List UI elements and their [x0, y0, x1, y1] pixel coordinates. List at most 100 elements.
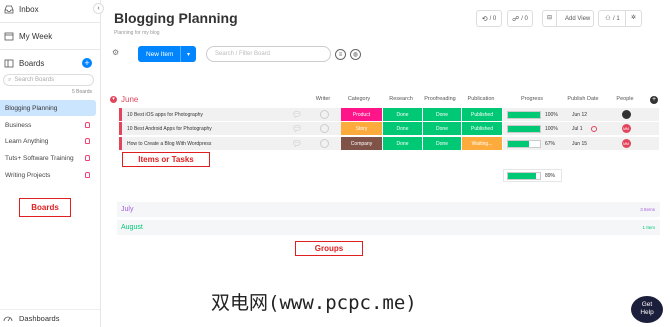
gear-icon[interactable]: ⚙: [112, 48, 121, 57]
status-research[interactable]: Done: [383, 108, 423, 121]
progress-bar: [507, 139, 541, 148]
status-publication[interactable]: Published: [462, 122, 503, 135]
sidebar-item-label: My Week: [19, 31, 53, 41]
add-column-button[interactable]: +: [650, 96, 658, 104]
group-august[interactable]: August 1 Item: [117, 220, 660, 235]
table-row[interactable]: 10 Best iOS apps for Photography 💬︎ Prod…: [119, 108, 659, 121]
updates-icon: ☍: [512, 15, 520, 23]
item-name[interactable]: How to Create a Blog With Wordpress: [127, 137, 292, 150]
search-boards-input[interactable]: ⌕ Search Boards: [3, 74, 94, 86]
board-label: Tuts+ Software Training: [5, 154, 74, 162]
board-label: Business: [5, 121, 32, 129]
activity-button[interactable]: ⟲ / 0: [476, 10, 502, 27]
get-help-button[interactable]: Get Help: [631, 296, 663, 323]
status-publication[interactable]: Waiting...: [462, 137, 503, 150]
avatar: [621, 110, 631, 119]
chevron-down-icon[interactable]: ▾: [180, 46, 196, 62]
column-header-publication[interactable]: Publication: [461, 96, 501, 102]
sidebar-item-my-week[interactable]: My Week: [0, 29, 100, 43]
dashboard-icon: [3, 313, 14, 324]
avatar: MM: [621, 139, 631, 148]
person-icon: [319, 124, 329, 133]
item-name[interactable]: 10 Best Android Apps for Photography: [127, 122, 292, 135]
board-label: Writing Projects: [5, 171, 51, 179]
new-item-label: New Item: [146, 50, 174, 58]
table-row[interactable]: 10 Best Android Apps for Photography 💬︎ …: [119, 122, 659, 135]
column-header-writer[interactable]: Writer: [312, 96, 334, 102]
view-icon: ⊟: [543, 11, 557, 26]
progress-fill: [508, 111, 540, 118]
progress-summary: 89%: [503, 169, 562, 182]
members-count: / 1: [613, 15, 620, 22]
avatar: MM: [621, 124, 631, 133]
status-category[interactable]: Story: [341, 122, 383, 135]
status-category[interactable]: Product: [341, 108, 383, 121]
column-header-people[interactable]: People: [610, 96, 640, 102]
watermark: 双电网(www.pcpc.me): [211, 292, 417, 314]
status-proofreading[interactable]: Done: [423, 137, 462, 150]
sidebar-item-inbox[interactable]: Inbox: [0, 2, 100, 16]
item-name[interactable]: 10 Best iOS apps for Photography: [127, 108, 292, 121]
filter-icon[interactable]: ≡: [335, 49, 346, 60]
status-research[interactable]: Done: [383, 137, 423, 150]
new-item-button[interactable]: New Item ▾: [138, 46, 196, 62]
sidebar-board-item[interactable]: Learn Anything: [0, 133, 96, 149]
lock-icon: [85, 122, 90, 128]
activity-icon: ⟲: [481, 15, 488, 23]
publish-date[interactable]: Jun 15: [572, 137, 602, 150]
people-cell[interactable]: [619, 108, 633, 121]
column-header-publish-date[interactable]: Publish Date: [562, 96, 604, 102]
status-proofreading[interactable]: Done: [423, 122, 462, 135]
column-header-proofreading[interactable]: Proofreading: [420, 96, 460, 102]
publish-date[interactable]: Jun 12: [572, 108, 602, 121]
collapse-sidebar-button[interactable]: ‹: [93, 3, 104, 14]
search-filter-input[interactable]: Search / Filter Board: [206, 46, 331, 62]
status-proofreading[interactable]: Done: [423, 108, 462, 121]
group-collapse-icon[interactable]: ▾: [110, 96, 117, 103]
status-category[interactable]: Company: [341, 137, 383, 150]
lock-icon: [85, 172, 90, 178]
progress-fill: [508, 125, 540, 132]
boards-icon: [3, 58, 14, 69]
chat-bubble-icon[interactable]: 💬︎: [291, 122, 303, 135]
status-publication[interactable]: Published: [462, 108, 503, 121]
column-header-research[interactable]: Research: [383, 96, 419, 102]
sidebar-board-item[interactable]: Business: [0, 117, 96, 133]
sidebar-board-item[interactable]: Writing Projects: [0, 167, 96, 183]
writer-cell[interactable]: [318, 108, 330, 121]
writer-cell[interactable]: [318, 137, 330, 150]
activity-count: / 0: [489, 15, 497, 22]
person-icon: [319, 110, 329, 119]
sidebar-item-dashboards[interactable]: Dashboards: [0, 309, 100, 327]
progress-bar: [507, 110, 541, 119]
lock-icon: [85, 155, 90, 161]
chat-bubble-icon[interactable]: 💬︎: [291, 137, 303, 150]
updates-button[interactable]: ☍ / 0: [507, 10, 533, 27]
people-cell[interactable]: MM: [619, 137, 633, 150]
progress-cell: 100%: [507, 108, 563, 121]
person-filter-icon[interactable]: ◍: [350, 49, 361, 60]
add-view-button[interactable]: ⊟ Add View: [542, 10, 594, 27]
group-title[interactable]: June: [121, 95, 138, 104]
chat-bubble-icon[interactable]: 💬︎: [291, 108, 303, 121]
table-row[interactable]: How to Create a Blog With Wordpress 💬︎ C…: [119, 137, 659, 150]
page-subtitle[interactable]: Planning for my blog: [114, 30, 160, 36]
column-header-category[interactable]: Category: [340, 96, 378, 102]
page-title[interactable]: Blogging Planning: [114, 10, 238, 26]
settings-icon[interactable]: ✲: [625, 11, 641, 26]
board-label: Learn Anything: [5, 137, 49, 145]
people-cell[interactable]: MM: [619, 122, 633, 135]
sidebar-board-item[interactable]: Tuts+ Software Training: [0, 150, 96, 166]
members-button[interactable]: ⚇ / 1 ✲: [598, 10, 642, 27]
writer-cell[interactable]: [318, 122, 330, 135]
status-research[interactable]: Done: [383, 122, 423, 135]
add-board-button[interactable]: +: [82, 58, 92, 68]
column-header-progress[interactable]: Progress: [509, 96, 555, 102]
group-july[interactable]: July 3 Items: [117, 202, 660, 217]
board-label: Blogging Planning: [5, 104, 58, 112]
publish-date-cell[interactable]: Jul 1: [572, 122, 602, 135]
sidebar-board-item[interactable]: Blogging Planning: [0, 100, 96, 116]
group-title: August: [121, 224, 143, 231]
sidebar-item-label: Inbox: [19, 4, 39, 14]
progress-bar: [507, 124, 541, 133]
